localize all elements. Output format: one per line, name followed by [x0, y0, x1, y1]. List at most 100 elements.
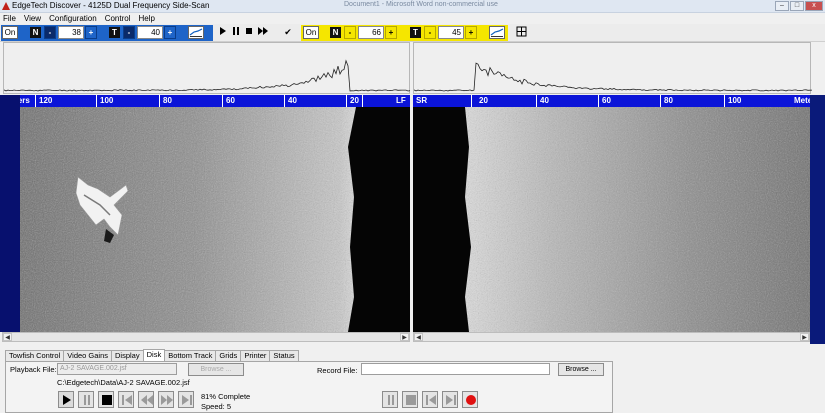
record-browse-button[interactable]: Browse ... [558, 363, 604, 376]
playback-rewind-button[interactable] [138, 391, 154, 408]
scroll-right-arrow-icon[interactable]: ▶ [800, 333, 809, 341]
tab-bottom-track[interactable]: Bottom Track [164, 350, 217, 361]
record-skip-end-button[interactable] [442, 391, 458, 408]
tab-status[interactable]: Status [269, 350, 299, 361]
right-n-minus-button[interactable]: - [344, 26, 356, 39]
menu-view[interactable]: View [24, 14, 41, 23]
left-gain-curve-button[interactable] [188, 26, 204, 39]
port-sonar-waterfall[interactable] [20, 107, 410, 332]
playback-play-button[interactable] [58, 391, 74, 408]
left-tick-100: 100 [100, 96, 114, 105]
right-tick-60: 60 [602, 96, 611, 105]
left-range-scale: Meters 120 100 80 60 40 20 LF [0, 95, 410, 107]
tab-printer[interactable]: Printer [240, 350, 271, 361]
right-scale-start: SR [416, 96, 428, 105]
playback-speed-text: Speed: 5 [201, 402, 232, 411]
playback-pause-button[interactable] [78, 391, 94, 408]
starboard-water-column [413, 107, 471, 332]
pause-icon [388, 395, 394, 405]
left-tick-20: 20 [350, 96, 359, 105]
tab-disk[interactable]: Disk [142, 349, 166, 361]
tab-towfish-control[interactable]: Towfish Control [5, 350, 65, 361]
maximize-button[interactable]: □ [790, 1, 804, 11]
playback-browse-button[interactable]: Browse ... [188, 363, 244, 376]
starboard-sonar-waterfall[interactable] [413, 107, 810, 332]
right-tvg-on-toggle[interactable]: On [303, 26, 319, 39]
playback-file-field[interactable]: AJ-2 SAVAGE.002.jsf [57, 363, 177, 375]
right-range-scale: SR 20 40 60 80 100 Meters [413, 95, 825, 107]
scroll-right-arrow-icon[interactable]: ▶ [400, 333, 409, 341]
background-window-title: Document1 - Microsoft Word non-commercia… [344, 1, 498, 8]
right-frame-edge [810, 95, 825, 345]
left-tick-40: 40 [288, 96, 297, 105]
right-t-value[interactable]: 45 [438, 26, 464, 39]
fast-forward-icon [161, 395, 173, 405]
pause-icon[interactable] [231, 26, 241, 39]
right-t-minus-button[interactable]: - [424, 26, 436, 39]
control-panel: Towfish Control Video Gains Display Disk… [0, 344, 825, 413]
playback-file-path: C:\Edgetech\Data\AJ-2 SAVAGE.002.jsf [57, 378, 190, 387]
play-icon[interactable] [218, 26, 228, 39]
window-title: EdgeTech Discover - 4125D Dual Frequency… [12, 1, 210, 10]
record-pause-button[interactable] [382, 391, 398, 408]
menu-control[interactable]: Control [105, 14, 131, 23]
tab-grids[interactable]: Grids [215, 350, 242, 361]
grid-layout-icon[interactable] [515, 26, 527, 39]
rewind-icon [141, 395, 153, 405]
port-water-column [348, 107, 410, 332]
skip-end-icon [446, 395, 456, 405]
scroll-left-arrow-icon[interactable]: ◀ [3, 333, 12, 341]
minimize-button[interactable]: – [775, 1, 789, 11]
left-tick-120: 120 [39, 96, 53, 105]
left-frame-edge [0, 95, 20, 332]
tab-video-gains[interactable]: Video Gains [63, 350, 113, 361]
playback-skip-end-button[interactable] [178, 391, 194, 408]
window-controls: – □ x [775, 1, 823, 12]
left-n-value[interactable]: 38 [58, 26, 84, 39]
fast-forward-icon[interactable] [257, 26, 269, 39]
record-skip-start-button[interactable] [422, 391, 438, 408]
gain-curve-icon [490, 28, 504, 37]
playback-skip-start-button[interactable] [118, 391, 134, 408]
right-n-label: N [330, 27, 341, 38]
left-t-value[interactable]: 40 [137, 26, 163, 39]
menu-configuration[interactable]: Configuration [49, 14, 97, 23]
right-t-plus-button[interactable]: + [465, 26, 477, 39]
menu-help[interactable]: Help [138, 14, 154, 23]
toolbar: On N - 38 + T - 40 + ✔ On N - 66 + T - 4… [0, 24, 825, 42]
stop-icon [406, 395, 416, 405]
record-button[interactable] [462, 391, 478, 408]
skip-end-icon [182, 395, 192, 405]
left-t-plus-button[interactable]: + [164, 26, 176, 39]
playback-stop-button[interactable] [98, 391, 114, 408]
left-channel-amplitude-plot [3, 42, 411, 94]
tab-display[interactable]: Display [111, 350, 144, 361]
left-n-plus-button[interactable]: + [85, 26, 97, 39]
record-file-label: Record File: [317, 366, 358, 375]
right-channel-amplitude-plot [413, 42, 812, 94]
title-bar: EdgeTech Discover - 4125D Dual Frequency… [0, 0, 825, 13]
right-n-plus-button[interactable]: + [385, 26, 397, 39]
right-tick-40: 40 [540, 96, 549, 105]
playback-progress-text: 81% Complete [201, 392, 251, 401]
close-button[interactable]: x [805, 1, 823, 11]
left-tvg-on-toggle[interactable]: On [2, 26, 18, 39]
starboard-horizontal-scrollbar[interactable]: ◀ ▶ [413, 332, 810, 342]
stop-icon [102, 395, 112, 405]
record-stop-button[interactable] [402, 391, 418, 408]
port-horizontal-scrollbar[interactable]: ◀ ▶ [2, 332, 410, 342]
left-scale-end: LF [396, 96, 406, 105]
menu-file[interactable]: File [3, 14, 16, 23]
record-file-field[interactable] [361, 363, 550, 375]
left-t-minus-button[interactable]: - [123, 26, 135, 39]
scroll-left-arrow-icon[interactable]: ◀ [414, 333, 423, 341]
stop-icon[interactable] [244, 26, 254, 39]
right-gain-curve-button[interactable] [489, 26, 505, 39]
left-tick-60: 60 [226, 96, 235, 105]
right-n-value[interactable]: 66 [358, 26, 384, 39]
playback-fast-forward-button[interactable] [158, 391, 174, 408]
playback-file-label: Playback File: [10, 365, 57, 374]
left-n-minus-button[interactable]: - [44, 26, 56, 39]
record-dot-icon [466, 395, 476, 405]
checkmark-icon[interactable]: ✔ [283, 26, 293, 39]
